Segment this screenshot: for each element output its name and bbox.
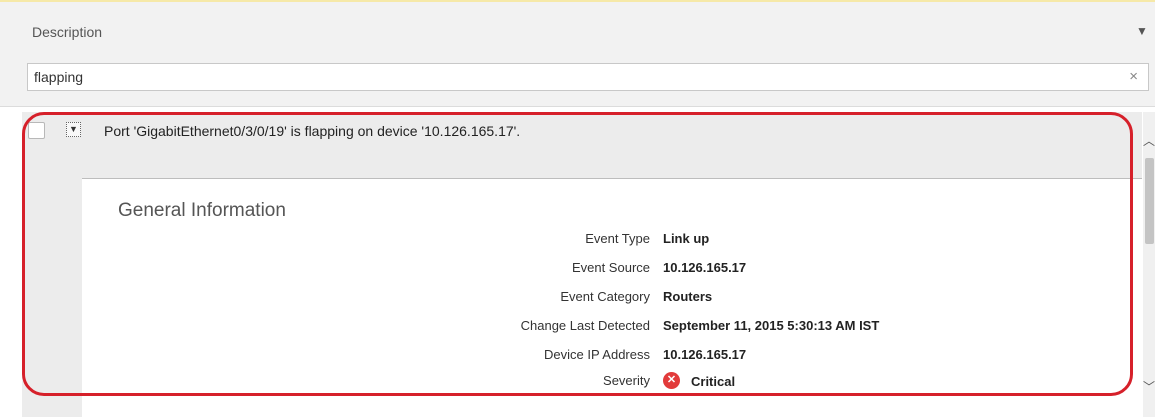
row-checkbox[interactable] [28, 122, 45, 139]
field-label-event-type: Event Type [585, 231, 650, 246]
field-value-event-source: 10.126.165.17 [663, 260, 747, 275]
divider [0, 106, 1155, 107]
description-filter: × [27, 63, 1149, 91]
scroll-up-icon[interactable]: ︿ [1143, 132, 1155, 149]
filter-input[interactable] [34, 67, 1104, 87]
column-menu-icon[interactable]: ▼ [1136, 24, 1148, 38]
field-value-event-category: Routers [663, 289, 713, 304]
field-value-change-last-detected: September 11, 2015 5:30:13 AM IST [663, 318, 880, 333]
scrollbar-thumb[interactable] [1145, 158, 1154, 244]
clear-filter-icon[interactable]: × [1129, 68, 1138, 85]
field-label-device-ip: Device IP Address [544, 347, 650, 362]
field-label-event-category: Event Category [560, 289, 650, 304]
field-value-device-ip: 10.126.165.17 [663, 347, 747, 362]
detail-gutter [22, 178, 82, 417]
row-expand-toggle-icon[interactable]: ▼ [66, 122, 81, 137]
column-header: Description ▼ × [0, 2, 1155, 106]
event-description: Port 'GigabitEthernet0/3/0/19' is flappi… [104, 123, 521, 139]
field-label-event-source: Event Source [571, 260, 650, 275]
field-label-severity: Severity [603, 373, 650, 388]
critical-x-icon: ✕ [663, 372, 680, 389]
general-information-heading: General Information [118, 200, 286, 221]
description-column-title[interactable]: Description [32, 24, 102, 40]
field-value-event-type: Link up [663, 231, 710, 246]
event-row[interactable] [22, 112, 1142, 178]
field-label-change-last-detected: Change Last Detected [520, 318, 650, 333]
field-value-severity: Critical [691, 374, 736, 389]
scroll-down-icon[interactable]: ﹀ [1143, 378, 1155, 395]
